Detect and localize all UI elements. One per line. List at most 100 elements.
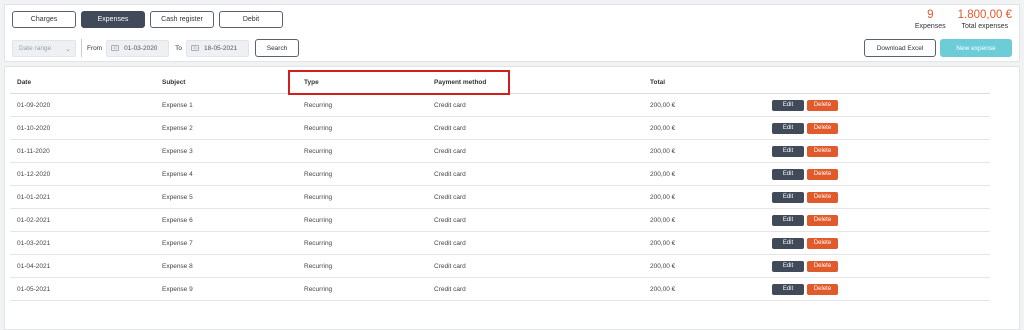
row-payment-method: Credit card	[434, 262, 466, 270]
row-actions: Edit Delete	[772, 122, 838, 134]
row-type: Recurring	[304, 285, 333, 293]
row-actions: Edit Delete	[772, 145, 838, 157]
row-payment-method: Credit card	[434, 216, 466, 224]
row-date: 01-03-2021	[17, 239, 51, 247]
to-date-value: 18-05-2021	[204, 44, 238, 52]
row-type: Recurring	[304, 216, 333, 224]
row-date: 01-10-2020	[17, 124, 51, 132]
row-subject: Expense 8	[162, 262, 193, 270]
row-subject: Expense 4	[162, 170, 193, 178]
header-payment-method: Payment method	[434, 78, 487, 86]
row-subject: Expense 6	[162, 216, 193, 224]
total-expenses-block: 1.800,00 € Total expenses	[958, 9, 1012, 31]
edit-button[interactable]: Edit	[772, 260, 804, 272]
row-subject: Expense 3	[162, 147, 193, 155]
row-date: 01-11-2020	[17, 147, 50, 155]
tab-debit[interactable]: Debit	[219, 11, 283, 28]
row-total: 200,00 €	[650, 239, 676, 247]
header-type: Type	[304, 78, 319, 86]
row-payment-method: Credit card	[434, 285, 466, 293]
table-row: 01-11-2020 Expense 3 Recurring Credit card 2…	[10, 140, 990, 163]
row-payment-method: Credit card	[434, 101, 466, 109]
row-payment-method: Credit card	[434, 147, 466, 155]
row-type: Recurring	[304, 147, 333, 155]
edit-button[interactable]: Edit	[772, 99, 804, 111]
chevron-down-icon: ⌄	[65, 45, 71, 53]
row-actions: Edit Delete	[772, 214, 838, 226]
delete-button[interactable]: Delete	[807, 122, 838, 134]
row-actions: Edit Delete	[772, 168, 838, 180]
table-row: 01-04-2021 Expense 8 Recurring Credit card 2…	[10, 255, 990, 278]
row-date: 01-12-2020	[17, 170, 51, 178]
row-subject: Expense 1	[162, 101, 193, 109]
to-label: To	[175, 44, 183, 52]
edit-button[interactable]: Edit	[772, 168, 804, 180]
row-date: 01-02-2021	[17, 216, 51, 224]
header-subject: Subject	[162, 78, 186, 86]
table-row: 01-09-2020 Expense 1 Recurring Credit card 2…	[10, 94, 990, 117]
delete-button[interactable]: Delete	[807, 214, 838, 226]
delete-button[interactable]: Delete	[807, 145, 838, 157]
row-total: 200,00 €	[650, 170, 676, 178]
header-date: Date	[17, 78, 32, 86]
tab-bar: Charges Expenses Cash register Debit	[12, 11, 283, 28]
row-total: 200,00 €	[650, 285, 676, 293]
from-date-field[interactable]: 31 01-03-2020	[106, 39, 170, 57]
table-header: Date Subject Type Payment method Total	[10, 71, 990, 94]
expense-count-value: 9	[927, 9, 934, 21]
table-row: 01-05-2021 Expense 9 Recurring Credit card 2…	[10, 278, 990, 301]
calendar-icon: 31	[191, 45, 200, 51]
delete-button[interactable]: Delete	[807, 168, 838, 180]
from-label: From	[87, 44, 103, 52]
delete-button[interactable]: Delete	[807, 260, 838, 272]
row-payment-method: Credit card	[434, 193, 466, 201]
row-type: Recurring	[304, 262, 333, 270]
row-payment-method: Credit card	[434, 239, 466, 247]
header-total: Total	[650, 78, 666, 86]
delete-button[interactable]: Delete	[807, 237, 838, 249]
edit-button[interactable]: Edit	[772, 283, 804, 295]
tab-expenses[interactable]: Expenses	[81, 11, 145, 28]
delete-button[interactable]: Delete	[807, 191, 838, 203]
row-subject: Expense 7	[162, 239, 193, 247]
tab-charges[interactable]: Charges	[12, 11, 76, 28]
table-row: 01-03-2021 Expense 7 Recurring Credit card 2…	[10, 232, 990, 255]
row-type: Recurring	[304, 124, 333, 132]
row-actions: Edit Delete	[772, 99, 838, 111]
summary: 9 Expenses 1.800,00 € Total expenses	[915, 9, 1012, 31]
tab-cash-register[interactable]: Cash register	[150, 11, 214, 28]
row-total: 200,00 €	[650, 101, 676, 109]
action-buttons: Download Excel New expense	[864, 39, 1012, 57]
row-actions: Edit Delete	[772, 237, 838, 249]
date-range-select[interactable]: Date range ⌄	[12, 39, 76, 57]
toolbar-panel: Charges Expenses Cash register Debit 9 E…	[4, 4, 1020, 62]
row-type: Recurring	[304, 239, 333, 247]
row-total: 200,00 €	[650, 124, 676, 132]
row-total: 200,00 €	[650, 216, 676, 224]
delete-button[interactable]: Delete	[807, 99, 838, 111]
table-row: 01-12-2020 Expense 4 Recurring Credit card 2…	[10, 163, 990, 186]
to-date-field[interactable]: 31 18-05-2021	[186, 39, 250, 57]
edit-button[interactable]: Edit	[772, 191, 804, 203]
filter-bar: Date range ⌄ From 31 01-03-2020 To 31 18…	[12, 39, 300, 57]
edit-button[interactable]: Edit	[772, 214, 804, 226]
row-type: Recurring	[304, 193, 333, 201]
search-button[interactable]: Search	[255, 39, 300, 57]
edit-button[interactable]: Edit	[772, 122, 804, 134]
from-date-value: 01-03-2020	[124, 44, 158, 52]
row-date: 01-01-2021	[17, 193, 51, 201]
edit-button[interactable]: Edit	[772, 237, 804, 249]
row-date: 01-04-2021	[17, 262, 51, 270]
new-expense-button[interactable]: New expense	[940, 39, 1012, 57]
download-excel-button[interactable]: Download Excel	[864, 39, 936, 57]
row-date: 01-05-2021	[17, 285, 51, 293]
edit-button[interactable]: Edit	[772, 145, 804, 157]
calendar-icon: 31	[111, 45, 120, 51]
table-row: 01-10-2020 Expense 2 Recurring Credit card 2…	[10, 117, 990, 140]
delete-button[interactable]: Delete	[807, 283, 838, 295]
expense-count-block: 9 Expenses	[915, 9, 946, 31]
row-total: 200,00 €	[650, 193, 676, 201]
row-payment-method: Credit card	[434, 124, 466, 132]
total-expenses-label: Total expenses	[961, 23, 1009, 30]
row-actions: Edit Delete	[772, 283, 838, 295]
